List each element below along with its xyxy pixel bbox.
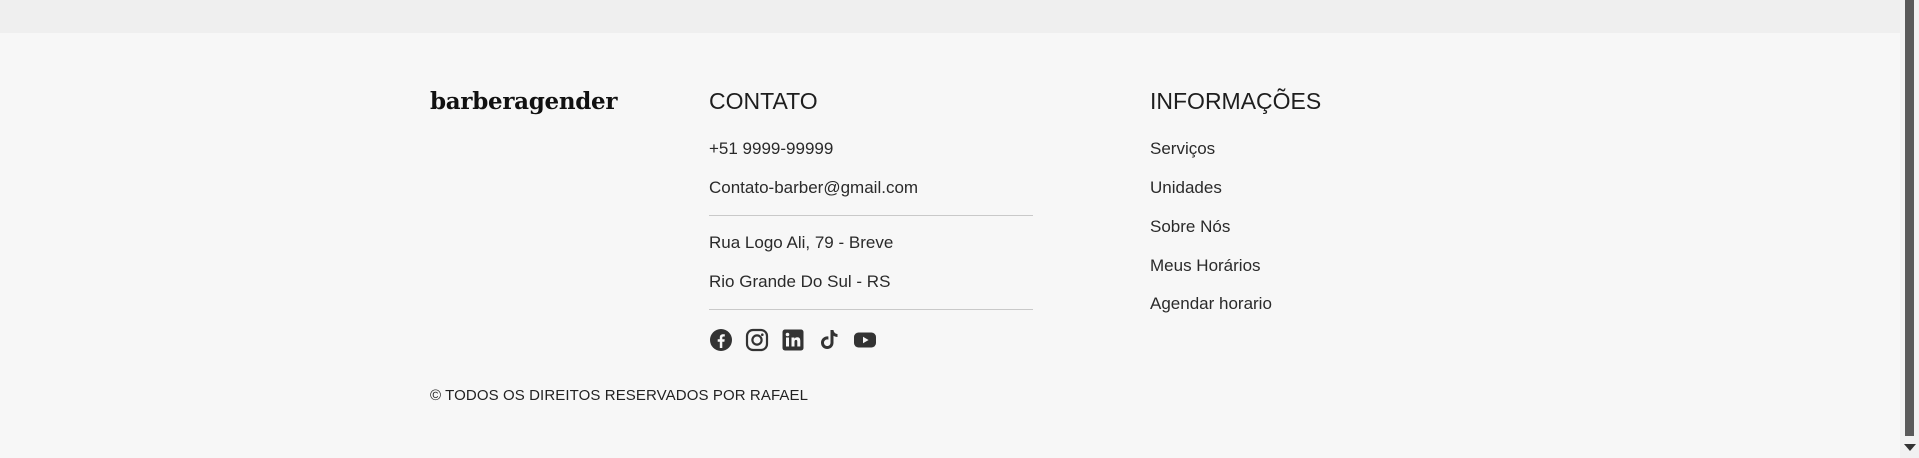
info-heading: INFORMAÇÕES	[1150, 88, 1322, 114]
tiktok-icon[interactable]	[817, 328, 841, 352]
footer-brand-logo[interactable]: barberagender	[430, 88, 618, 115]
info-link-unidades[interactable]: Unidades	[1150, 178, 1222, 198]
info-link-sobre-nos[interactable]: Sobre Nós	[1150, 217, 1230, 237]
info-link-agendar-horario[interactable]: Agendar horario	[1150, 294, 1272, 314]
contact-address-line2: Rio Grande Do Sul - RS	[709, 272, 891, 291]
facebook-icon[interactable]	[709, 328, 733, 352]
contact-divider-bottom	[709, 309, 1033, 310]
contact-phone: +51 9999-99999	[709, 139, 834, 158]
info-link-servicos[interactable]: Serviços	[1150, 139, 1215, 159]
scroll-down-arrow-icon[interactable]	[1904, 444, 1916, 451]
contact-divider-top	[709, 215, 1033, 216]
contact-heading: CONTATO	[709, 88, 818, 114]
site-footer	[0, 33, 1900, 458]
page-top-section	[0, 0, 1900, 33]
youtube-icon[interactable]	[853, 328, 877, 352]
instagram-icon[interactable]	[745, 328, 769, 352]
linkedin-icon[interactable]	[781, 328, 805, 352]
scrollbar-thumb[interactable]	[1905, 0, 1914, 436]
contact-address-line1: Rua Logo Ali, 79 - Breve	[709, 233, 894, 252]
info-link-meus-horarios[interactable]: Meus Horários	[1150, 256, 1261, 276]
contact-email: Contato-barber@gmail.com	[709, 178, 919, 197]
copyright-text: © TODOS OS DIREITOS RESERVADOS POR RAFAE…	[430, 387, 809, 404]
social-links	[709, 328, 877, 352]
